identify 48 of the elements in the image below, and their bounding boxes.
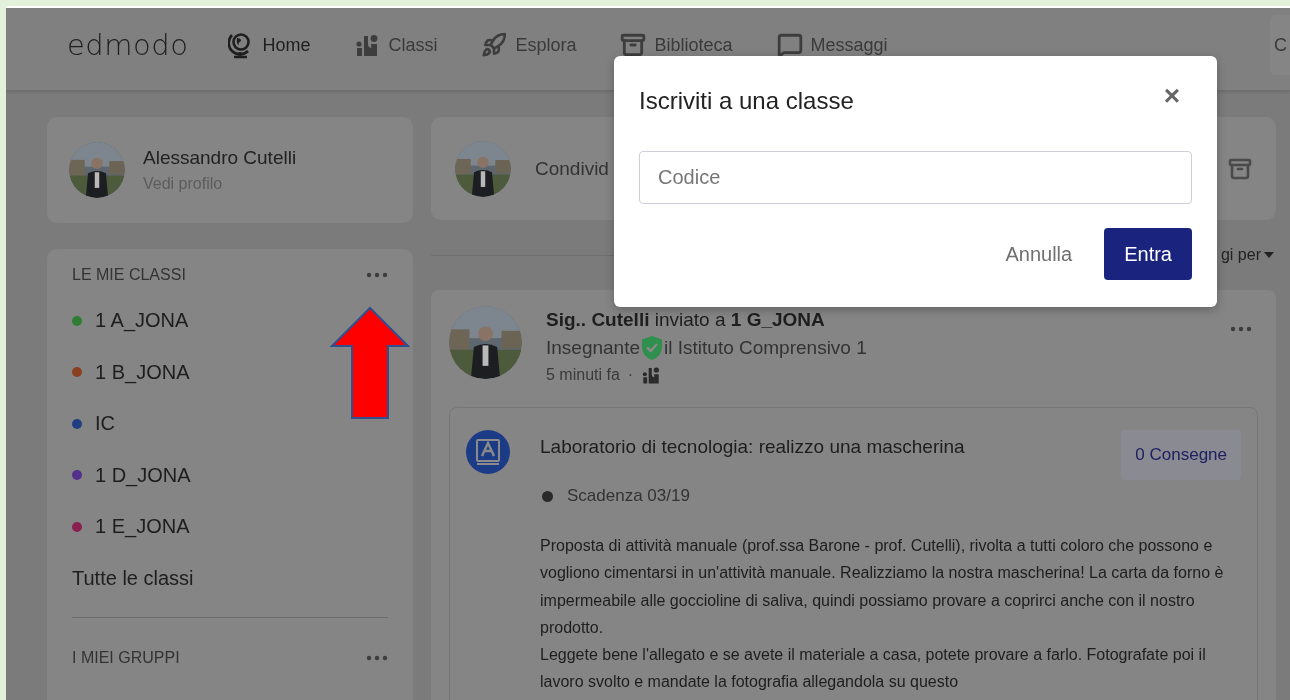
assignment-description: Proposta di attività manuale (prof.ssa Barone - prof. Cutelli), rivolta a tutti coloro che possono e vogliono cimentarsi in un'attività manuale. Realizziamo la nostra mascherina! La carta da forno è impermeabile alle goccioline di saliva, quindi possiamo provare a coprirci anche con il nostro prodotto.: [540, 536, 1225, 638]
more-icon[interactable]: [366, 654, 388, 661]
profile-name: Alessandro Cutelli: [143, 147, 297, 169]
separator: ·: [627, 366, 634, 384]
logo[interactable]: edmodo: [67, 28, 189, 62]
submissions-button[interactable]: 0 Consegne: [1121, 430, 1241, 480]
nav-link[interactable]: Esplora: [481, 32, 577, 58]
class-link[interactable]: 1 E_JONA: [72, 501, 190, 553]
assignment-title[interactable]: Laboratorio di tecnologia: realizzo una mascherina: [540, 430, 965, 458]
sort-dropdown[interactable]: gi per: [1220, 246, 1276, 264]
rocket-icon: [481, 32, 508, 58]
class-name: 1 A_JONA: [95, 309, 189, 333]
class-link[interactable]: IC: [72, 398, 115, 450]
nav-link[interactable]: Messaggi: [776, 32, 888, 58]
dialog-title: Iscriviti a una classe: [639, 87, 854, 115]
archive-icon[interactable]: [1228, 156, 1252, 181]
class-link[interactable]: 1 A_JONA: [72, 295, 189, 347]
caret-icon: [1264, 252, 1274, 258]
nav-link[interactable]: Classi: [354, 32, 438, 58]
code-input-field[interactable]: Codice: [639, 151, 1192, 204]
more-icon[interactable]: [1230, 326, 1252, 332]
all-classes-link[interactable]: Tutte le classi: [72, 552, 194, 605]
close-button[interactable]: ×: [1162, 82, 1182, 110]
author-role: Insegnante: [546, 337, 641, 359]
assignment-description: Leggete bene l'allegato e se avete il materiale a casa, potete provare a farlo. Fotografate poi il lavoro svolto e mandate la fotografia allegandola su questo: [540, 645, 1207, 693]
search-field[interactable]: C: [1270, 15, 1290, 75]
post-byline: Sig.. Cutelli inviato a 1 G_JONA: [546, 309, 826, 331]
due-date: Scadenza 03/19: [567, 486, 690, 506]
class-name: 1 B_JONA: [95, 360, 190, 384]
class-name: 1 D_JONA: [95, 463, 191, 487]
post-time: 5 minuti fa: [546, 366, 620, 384]
school-name: il Istituto Comprensivo 1: [664, 337, 867, 359]
people-icon: [641, 365, 662, 385]
verified-shield-icon: [640, 335, 665, 361]
nav-link[interactable]: Home: [228, 31, 311, 59]
class-link[interactable]: 1 B_JONA: [72, 346, 190, 398]
join-button[interactable]: Entra: [1104, 228, 1192, 280]
more-icon[interactable]: [366, 272, 388, 278]
section-title: LE MIE CLASSI: [72, 266, 186, 284]
class-name: IC: [95, 412, 115, 436]
section-title: I MIEI GRUPPI: [72, 648, 180, 667]
cancel-button[interactable]: Annulla: [1005, 242, 1073, 266]
assignment-icon: [466, 430, 510, 474]
archive-icon: [620, 32, 647, 58]
class-link[interactable]: 1 D_JONA: [72, 449, 191, 501]
class-name: 1 E_JONA: [95, 515, 190, 539]
message-icon: [776, 32, 803, 58]
nav-link[interactable]: Biblioteca: [620, 32, 733, 58]
